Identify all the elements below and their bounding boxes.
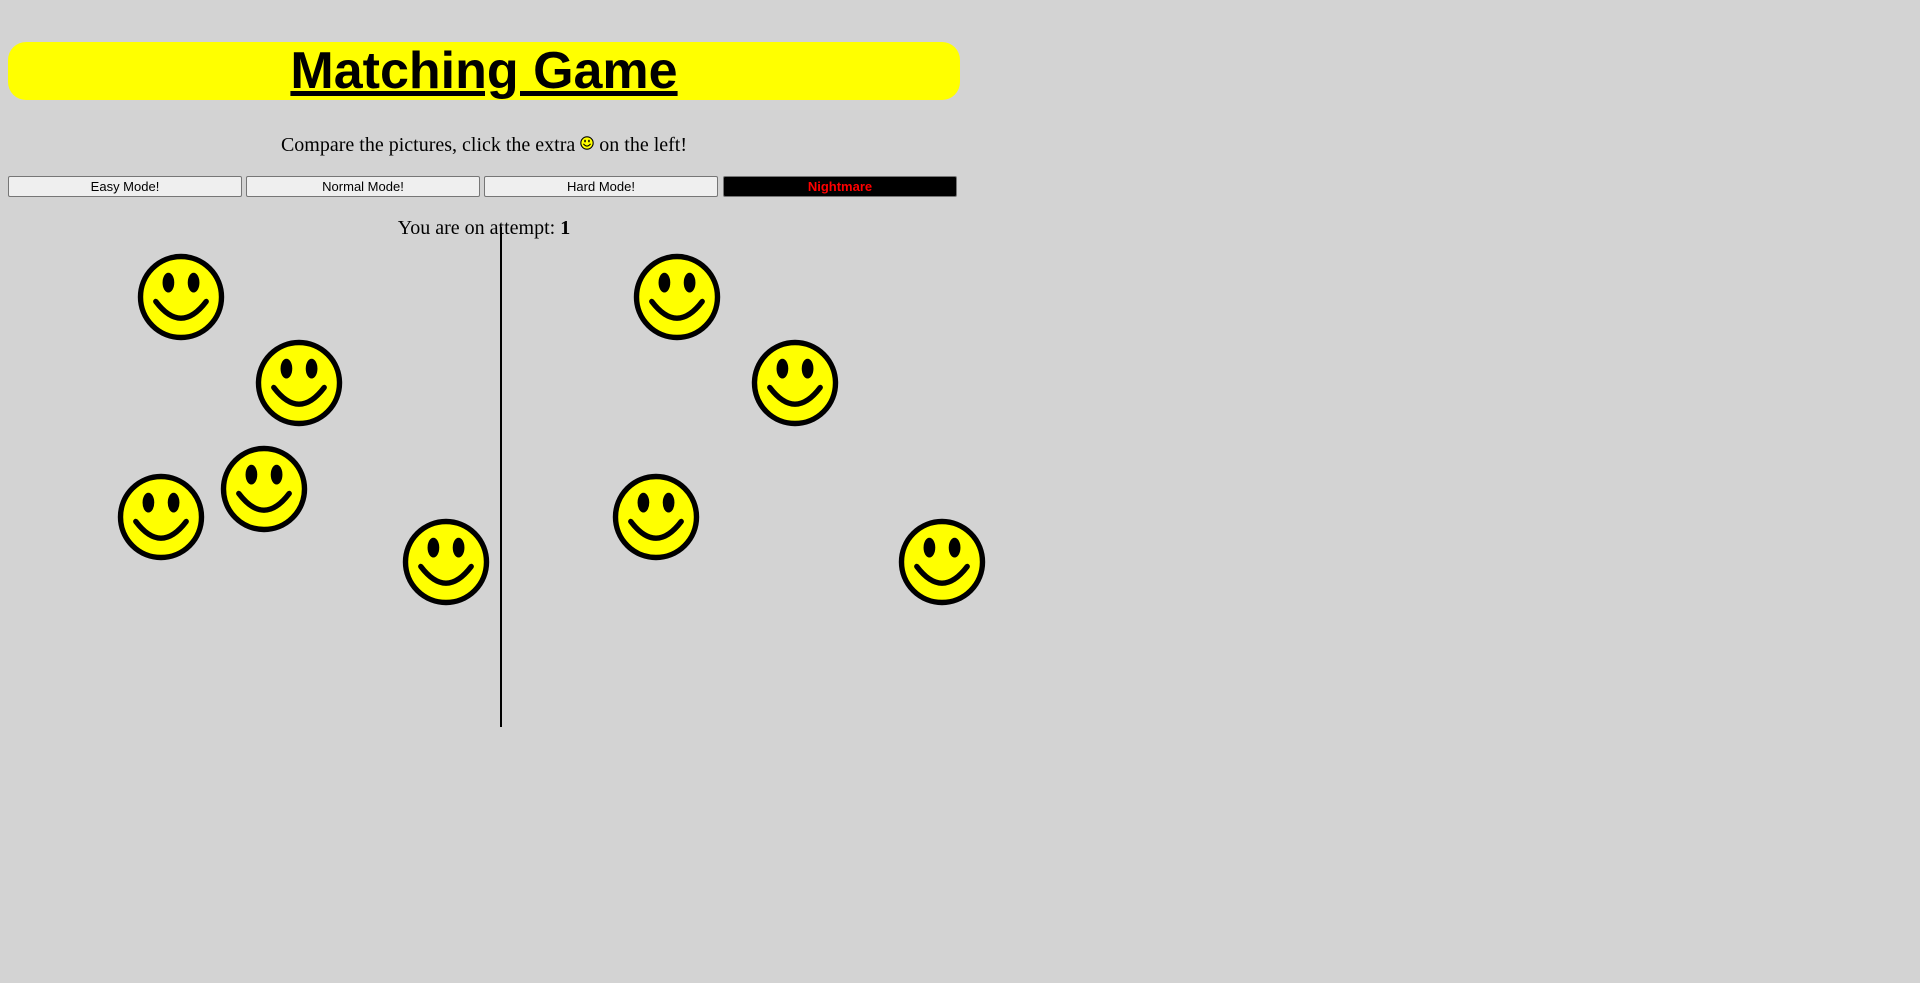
right-smiley-face-icon (611, 472, 701, 562)
normal-mode-button[interactable]: Normal Mode! (246, 176, 480, 197)
right-board (502, 227, 1002, 727)
left-smiley-face-icon[interactable] (401, 517, 491, 607)
left-board (0, 227, 500, 727)
right-smiley-face-icon (632, 252, 722, 342)
smiley-icon (580, 130, 595, 150)
difficulty-selector: Easy Mode! Normal Mode! Hard Mode! Night… (8, 176, 960, 197)
left-smiley-face-icon[interactable] (254, 338, 344, 428)
left-smiley-face-icon[interactable] (136, 252, 226, 342)
hard-mode-button[interactable]: Hard Mode! (484, 176, 718, 197)
left-smiley-face-icon[interactable] (116, 472, 206, 562)
nightmare-mode-button[interactable]: Nightmare (723, 176, 957, 197)
title-banner: Matching Game (8, 42, 960, 100)
instructions: Compare the pictures, click the extra on… (8, 130, 960, 159)
page-title: Matching Game (290, 42, 678, 100)
left-smiley-face-icon[interactable] (219, 444, 309, 534)
instructions-suffix: on the left! (599, 134, 688, 156)
right-smiley-face-icon (897, 517, 987, 607)
instructions-prefix: Compare the pictures, click the extra (280, 134, 576, 156)
right-smiley-face-icon (750, 338, 840, 428)
easy-mode-button[interactable]: Easy Mode! (8, 176, 242, 197)
